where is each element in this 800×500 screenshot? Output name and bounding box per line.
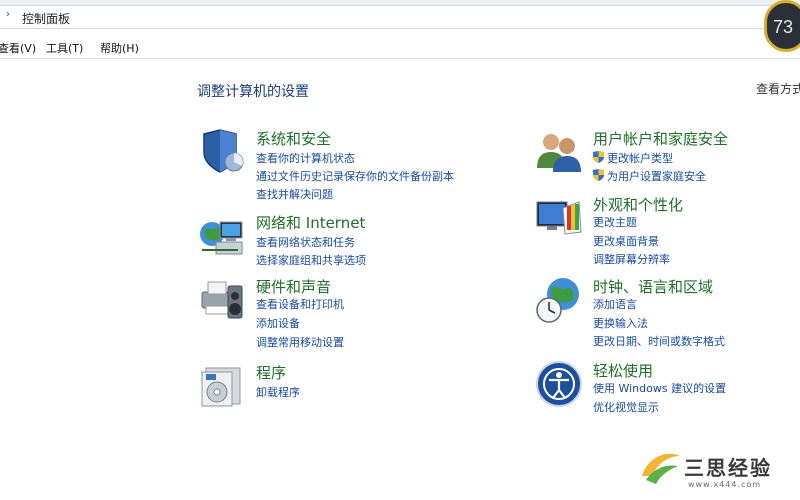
view-by-label[interactable]: 查看方式 bbox=[756, 80, 800, 97]
link-homegroup[interactable]: 选择家庭组和共享选项 bbox=[256, 252, 366, 268]
link-devices-printers[interactable]: 查看设备和打印机 bbox=[256, 296, 344, 312]
category-title[interactable]: 硬件和声音 bbox=[256, 276, 331, 297]
uac-shield-icon bbox=[593, 151, 604, 163]
watermark-logo-icon bbox=[642, 453, 680, 484]
link-date-time-format[interactable]: 更改日期、时间或数字格式 bbox=[593, 333, 725, 349]
link-screen-resolution[interactable]: 调整屏幕分辨率 bbox=[593, 251, 670, 267]
category-title[interactable]: 外观和个性化 bbox=[593, 194, 683, 215]
menu-divider bbox=[0, 58, 800, 59]
uac-shield-icon bbox=[593, 169, 604, 181]
link-label[interactable]: 更改帐户类型 bbox=[607, 152, 673, 165]
printer-speaker-icon[interactable] bbox=[198, 276, 246, 324]
ease-of-access-icon[interactable] bbox=[535, 360, 583, 408]
link-change-input-method[interactable]: 更换输入法 bbox=[593, 315, 648, 331]
menu-bar: 查看(V) 工具(T) 帮助(H) bbox=[0, 38, 800, 58]
breadcrumb[interactable]: 控制面板 bbox=[22, 10, 70, 27]
monitor-palette-icon[interactable] bbox=[535, 194, 583, 242]
link-label[interactable]: 为用户设置家庭安全 bbox=[607, 170, 706, 183]
menu-help[interactable]: 帮助(H) bbox=[100, 40, 139, 56]
category-title[interactable]: 轻松使用 bbox=[593, 360, 653, 381]
link-troubleshoot[interactable]: 查找并解决问题 bbox=[256, 186, 333, 202]
badge-value: 73 bbox=[773, 17, 794, 37]
category-title[interactable]: 系统和安全 bbox=[256, 128, 331, 149]
link-optimize-visual[interactable]: 优化视觉显示 bbox=[593, 399, 659, 415]
category-title[interactable]: 网络和 Internet bbox=[256, 212, 365, 233]
link-windows-recommended[interactable]: 使用 Windows 建议的设置 bbox=[593, 380, 726, 396]
watermark-url: www.x444.com bbox=[688, 480, 762, 489]
link-add-device[interactable]: 添加设备 bbox=[256, 315, 300, 331]
link-view-computer-status[interactable]: 查看你的计算机状态 bbox=[256, 150, 355, 166]
shield-chart-icon[interactable] bbox=[198, 128, 246, 176]
link-desktop-background[interactable]: 更改桌面背景 bbox=[593, 233, 659, 249]
programs-box-icon[interactable] bbox=[198, 362, 246, 410]
users-icon[interactable] bbox=[535, 128, 583, 176]
watermark-text: 三思经验 bbox=[684, 456, 772, 480]
watermark: 三思经验 www.x444.com bbox=[638, 444, 798, 494]
category-title[interactable]: 时钟、语言和区域 bbox=[593, 276, 713, 297]
category-title[interactable]: 程序 bbox=[256, 362, 286, 383]
link-add-language[interactable]: 添加语言 bbox=[593, 296, 637, 312]
link-change-account-type[interactable]: 更改帐户类型 bbox=[593, 150, 673, 166]
link-uninstall-program[interactable]: 卸载程序 bbox=[256, 384, 300, 400]
menu-view[interactable]: 查看(V) bbox=[0, 40, 36, 56]
link-network-status[interactable]: 查看网络状态和任务 bbox=[256, 234, 355, 250]
network-globe-icon[interactable] bbox=[198, 212, 246, 260]
menu-tools[interactable]: 工具(T) bbox=[46, 40, 83, 56]
link-family-safety[interactable]: 为用户设置家庭安全 bbox=[593, 168, 706, 184]
link-file-history[interactable]: 通过文件历史记录保存你的文件备份副本 bbox=[256, 168, 454, 184]
address-bar[interactable]: › 控制面板 bbox=[0, 5, 800, 29]
category-title[interactable]: 用户帐户和家庭安全 bbox=[593, 128, 728, 149]
clock-globe-icon[interactable] bbox=[535, 276, 583, 324]
breadcrumb-chevron-icon[interactable]: › bbox=[6, 9, 10, 20]
link-mobility-settings[interactable]: 调整常用移动设置 bbox=[256, 334, 344, 350]
link-change-theme[interactable]: 更改主题 bbox=[593, 214, 637, 230]
page-title: 调整计算机的设置 bbox=[197, 84, 309, 100]
